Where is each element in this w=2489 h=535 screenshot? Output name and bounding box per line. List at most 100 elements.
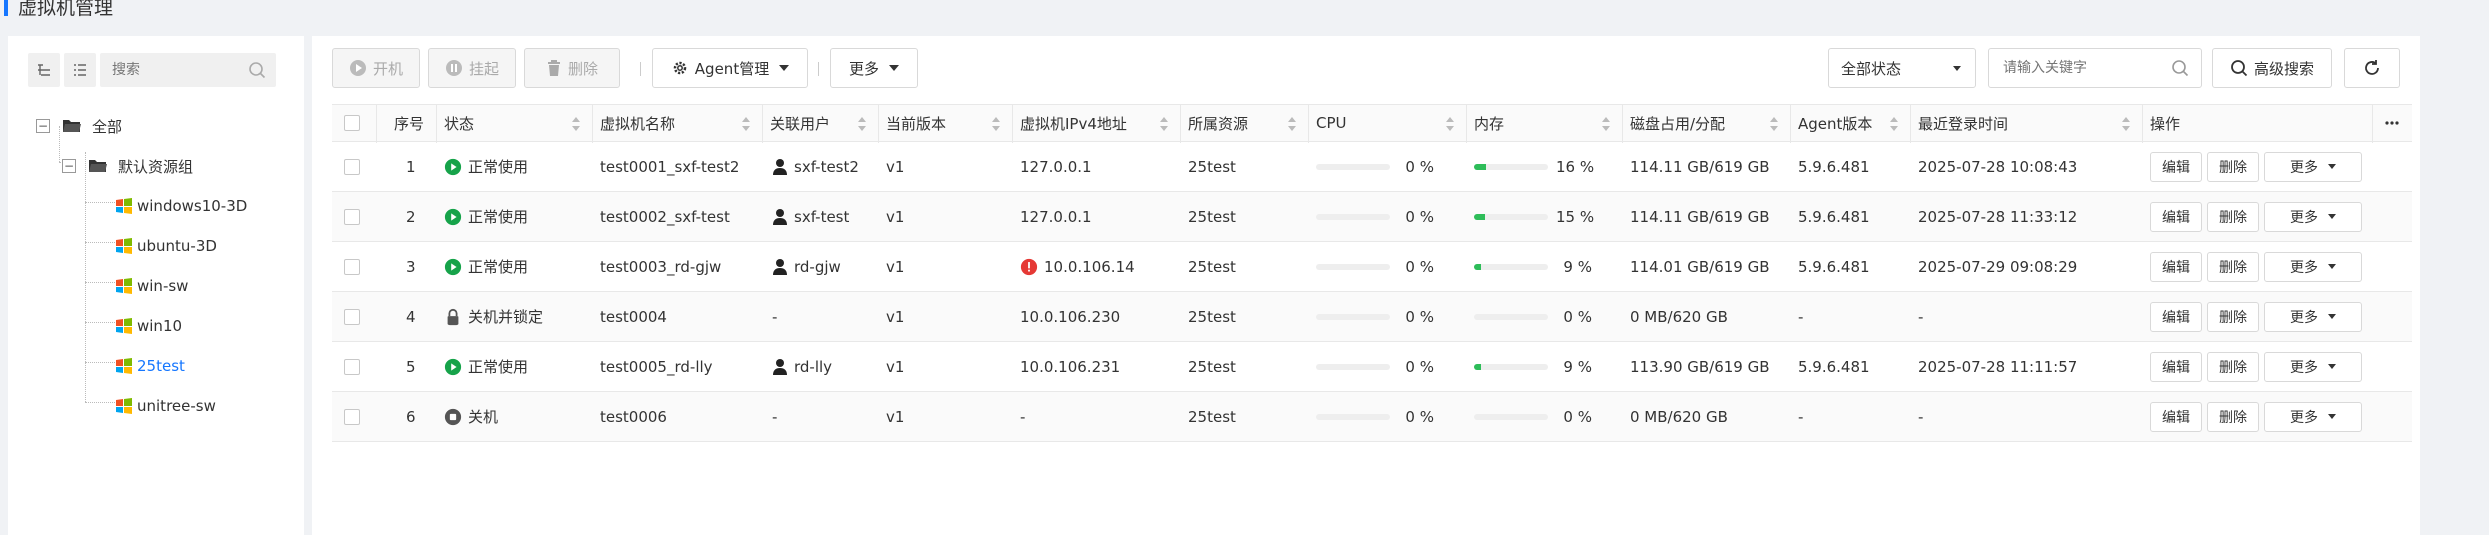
tree-node-unitree-sw[interactable]: unitree-sw: [115, 395, 216, 417]
vm-name[interactable]: test0001_sxf-test2: [600, 142, 739, 191]
table-row[interactable]: 6 关机 test0006 - v1 - 25test 0 % 0 % 0 MB…: [332, 392, 2412, 442]
delete-row-button[interactable]: 删除: [2207, 401, 2259, 432]
row-checkbox[interactable]: [344, 358, 360, 375]
tree-node-25test[interactable]: 25test: [115, 355, 185, 377]
search-icon[interactable]: [248, 61, 266, 79]
delete-row-button[interactable]: 删除: [2207, 151, 2259, 182]
status-cell: 关机并锁定: [444, 292, 543, 341]
col-memory[interactable]: 内存: [1474, 105, 1504, 141]
cpu-usage-bar: [1316, 313, 1390, 320]
delete-row-button[interactable]: 删除: [2207, 351, 2259, 382]
tree-node-group[interactable]: − 默认资源组: [62, 155, 193, 177]
tree-search-box[interactable]: [100, 53, 276, 87]
power-on-button[interactable]: 开机: [332, 48, 420, 88]
list-view-button[interactable]: [64, 53, 96, 87]
collapse-icon[interactable]: −: [36, 119, 50, 133]
sort-icon[interactable]: [1160, 117, 1168, 131]
vm-name[interactable]: test0002_sxf-test: [600, 192, 730, 241]
search-box[interactable]: [1988, 48, 2202, 88]
delete-row-button[interactable]: 删除: [2207, 201, 2259, 232]
col-vm-name[interactable]: 虚拟机名称: [600, 105, 675, 141]
col-ipv4[interactable]: 虚拟机IPv4地址: [1020, 105, 1127, 141]
delete-row-button[interactable]: 删除: [2207, 251, 2259, 282]
windows-icon: [116, 198, 132, 214]
delete-button[interactable]: 删除: [524, 48, 620, 88]
table-row[interactable]: 1 正常使用 test0001_sxf-test2 sxf-test2 v1 1…: [332, 142, 2412, 192]
resource: 25test: [1188, 207, 1236, 226]
search-input[interactable]: [1989, 49, 2159, 87]
suspend-button[interactable]: 挂起: [428, 48, 516, 88]
col-version[interactable]: 当前版本: [886, 105, 946, 141]
vm-name[interactable]: test0006: [600, 392, 667, 441]
edit-button[interactable]: 编辑: [2150, 351, 2202, 382]
sort-icon[interactable]: [992, 117, 1000, 131]
table-row[interactable]: 4 关机并锁定 test0004 - v1 10.0.106.230 25tes…: [332, 292, 2412, 342]
ip-address: 10.0.106.14: [1044, 257, 1135, 276]
edit-button[interactable]: 编辑: [2150, 401, 2202, 432]
status-filter-select[interactable]: 全部状态: [1828, 48, 1976, 88]
table-row[interactable]: 5 正常使用 test0005_rd-lly rd-lly v1 10.0.10…: [332, 342, 2412, 392]
status-text: 正常使用: [468, 258, 529, 276]
col-user[interactable]: 关联用户: [770, 105, 830, 141]
agent-manage-dropdown[interactable]: Agent管理: [652, 48, 808, 88]
col-status[interactable]: 状态: [444, 105, 474, 141]
tree-node-windows10-3d[interactable]: windows10-3D: [115, 195, 247, 217]
col-resource[interactable]: 所属资源: [1188, 105, 1248, 141]
more-row-dropdown[interactable]: 更多: [2264, 201, 2362, 232]
disk-usage: 114.01 GB/619 GB: [1630, 257, 1770, 276]
row-checkbox[interactable]: [344, 258, 360, 275]
table-row[interactable]: 3 正常使用 test0003_rd-gjw rd-gjw v1 10.0.10…: [332, 242, 2412, 292]
col-last-login[interactable]: 最近登录时间: [1918, 105, 2008, 141]
delete-row-button[interactable]: 删除: [2207, 301, 2259, 332]
edit-button[interactable]: 编辑: [2150, 301, 2202, 332]
edit-button[interactable]: 编辑: [2150, 151, 2202, 182]
sort-icon[interactable]: [572, 117, 580, 131]
memory-cell: 15 %: [1474, 192, 1594, 241]
sort-icon[interactable]: [2122, 117, 2130, 131]
select-all-checkbox[interactable]: [344, 115, 360, 131]
vm-name[interactable]: test0003_rd-gjw: [600, 242, 721, 291]
row-checkbox[interactable]: [344, 158, 360, 175]
vm-name[interactable]: test0005_rd-lly: [600, 342, 713, 391]
sort-icon[interactable]: [1770, 117, 1778, 131]
more-row-dropdown[interactable]: 更多: [2264, 301, 2362, 332]
column-settings-icon[interactable]: [2384, 105, 2400, 141]
sort-icon[interactable]: [1446, 117, 1454, 131]
collapse-icon[interactable]: −: [62, 159, 76, 173]
sort-icon[interactable]: [1602, 117, 1610, 131]
sort-icon[interactable]: [742, 117, 750, 131]
tree-node-win10[interactable]: win10: [115, 315, 182, 337]
tree-node-win-sw[interactable]: win-sw: [115, 275, 188, 297]
expand-tree-button[interactable]: [28, 53, 60, 87]
advanced-search-button[interactable]: 高级搜索: [2212, 48, 2332, 88]
more-row-dropdown[interactable]: 更多: [2264, 351, 2362, 382]
sort-icon[interactable]: [858, 117, 866, 131]
vm-name[interactable]: test0004: [600, 292, 667, 341]
ip-cell: -: [1020, 392, 1025, 441]
row-checkbox[interactable]: [344, 408, 360, 425]
edit-button[interactable]: 编辑: [2150, 201, 2202, 232]
more-row-dropdown[interactable]: 更多: [2264, 151, 2362, 182]
search-icon[interactable]: [2171, 59, 2189, 77]
tree-node-root[interactable]: − 全部: [36, 115, 122, 137]
sort-icon[interactable]: [1890, 117, 1898, 131]
row-actions: 编辑 删除 更多: [2150, 142, 2367, 191]
more-dropdown[interactable]: 更多: [830, 48, 918, 88]
row-checkbox[interactable]: [344, 308, 360, 325]
edit-button[interactable]: 编辑: [2150, 251, 2202, 282]
more-row-dropdown[interactable]: 更多: [2264, 401, 2362, 432]
cpu-usage: 0 %: [1405, 357, 1434, 376]
col-agent-version[interactable]: Agent版本: [1798, 105, 1872, 141]
refresh-button[interactable]: [2344, 48, 2400, 88]
sort-icon[interactable]: [1288, 117, 1296, 131]
row-checkbox[interactable]: [344, 208, 360, 225]
table-row[interactable]: 2 正常使用 test0002_sxf-test sxf-test v1 127…: [332, 192, 2412, 242]
tree-node-ubuntu-3d[interactable]: ubuntu-3D: [115, 235, 217, 257]
pause-circle-icon: [445, 60, 462, 76]
list-icon: [74, 64, 86, 76]
more-row-dropdown[interactable]: 更多: [2264, 251, 2362, 282]
user-cell: rd-lly: [772, 342, 832, 391]
col-cpu[interactable]: CPU: [1316, 105, 1347, 141]
windows-icon: [116, 318, 132, 334]
col-disk[interactable]: 磁盘占用/分配: [1630, 105, 1725, 141]
